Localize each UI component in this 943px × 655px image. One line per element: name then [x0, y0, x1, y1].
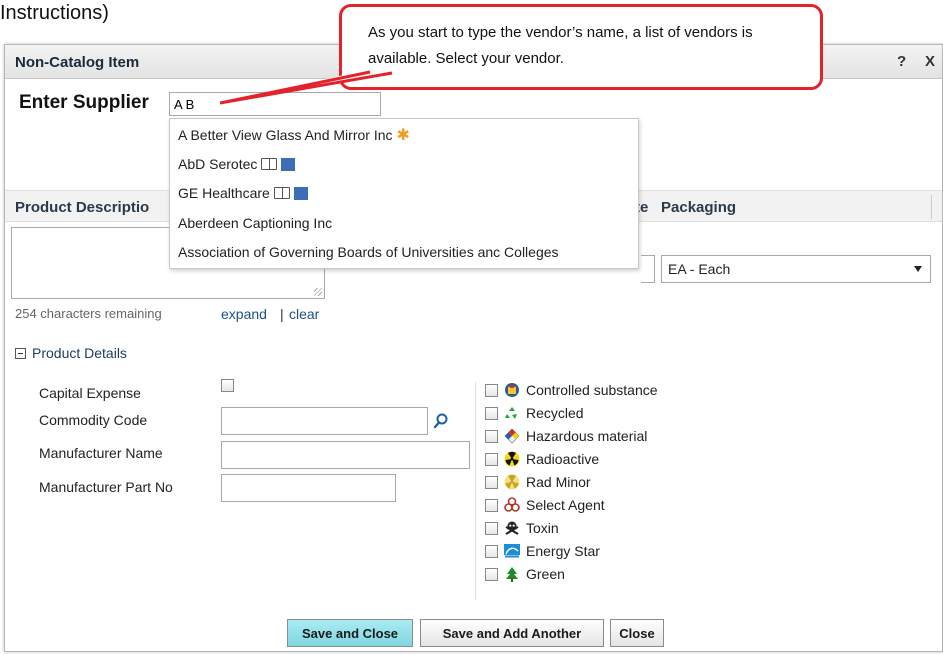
clear-link[interactable]: clear — [289, 306, 319, 322]
hazard-label: Radioactive — [526, 451, 600, 467]
supplier-suggestion[interactable]: GE Healthcare — [178, 182, 308, 204]
supplier-suggestion[interactable]: AbD Serotec — [178, 153, 296, 175]
suggestion-name: Association of Governing Boards of Unive… — [178, 244, 559, 260]
column-divider — [931, 195, 932, 219]
collapse-icon[interactable] — [15, 348, 26, 359]
hazard-label: Recycled — [526, 405, 584, 421]
suggestion-name: A Better View Glass And Mirror Inc — [178, 127, 393, 143]
link-separator: | — [280, 306, 284, 322]
hazard-option[interactable]: Recycled — [485, 402, 584, 424]
hazard-option[interactable]: Energy Star — [485, 540, 600, 562]
radioactive-icon — [504, 451, 520, 467]
hazard-option[interactable]: Hazardous material — [485, 425, 647, 447]
product-description-header: Product Descriptio — [15, 199, 150, 216]
hazard-option[interactable]: Rad Minor — [485, 471, 591, 493]
catalog-icon — [281, 157, 296, 171]
close-button[interactable]: Close — [610, 619, 664, 647]
hazard-label: Energy Star — [526, 543, 600, 559]
enter-supplier-label: Enter Supplier — [19, 92, 149, 113]
hazard-diamond-icon — [504, 428, 520, 444]
manufacturer-part-no-input[interactable] — [221, 474, 396, 502]
section-divider — [475, 382, 476, 600]
save-and-close-button[interactable]: Save and Close — [287, 619, 413, 647]
hazard-checkbox[interactable] — [485, 475, 498, 489]
hazard-checkbox[interactable] — [485, 498, 498, 512]
hazard-checkbox[interactable] — [485, 406, 498, 420]
help-button[interactable]: ? — [897, 53, 906, 70]
manufacturer-name-label: Manufacturer Name — [39, 445, 163, 461]
hazard-label: Controlled substance — [526, 382, 658, 398]
hazard-checkbox[interactable] — [485, 544, 498, 558]
hazard-option[interactable]: Green — [485, 563, 565, 585]
controlled-substance-icon — [505, 383, 519, 397]
supplier-suggestion[interactable]: Aberdeen Captioning Inc — [178, 212, 332, 234]
energy-star-icon — [504, 544, 520, 558]
hazard-label: Hazardous material — [526, 428, 648, 444]
hazard-checkbox[interactable] — [485, 429, 498, 443]
dialog-title: Non-Catalog Item — [15, 54, 140, 71]
manufacturer-name-input[interactable] — [221, 441, 470, 469]
suggestion-name: GE Healthcare — [178, 185, 270, 201]
expand-link[interactable]: expand — [221, 306, 267, 322]
hazard-label: Toxin — [526, 520, 559, 536]
hazard-option[interactable]: Controlled substance — [485, 379, 658, 401]
close-dialog-button[interactable]: X — [925, 53, 935, 70]
skull-icon — [505, 521, 519, 535]
catalog-icon — [293, 186, 308, 200]
instruction-callout: As you start to type the vendor’s name, … — [339, 4, 823, 90]
hazard-option[interactable]: Select Agent — [485, 494, 605, 516]
packaging-selected: EA - Each — [668, 261, 731, 277]
commodity-code-input[interactable] — [221, 407, 428, 435]
capital-expense-label: Capital Expense — [39, 385, 141, 401]
product-details-toggle[interactable]: Product Details — [32, 345, 127, 361]
hazard-label: Green — [526, 566, 565, 582]
callout-pointer — [220, 69, 393, 105]
hazard-label: Select Agent — [526, 497, 605, 513]
hazard-checkbox[interactable] — [485, 383, 498, 397]
hazard-checkbox[interactable] — [485, 521, 498, 535]
star-icon: ✱ — [396, 127, 410, 144]
packaging-header: Packaging — [661, 199, 737, 216]
supplier-suggestion[interactable]: Association of Governing Boards of Unive… — [178, 241, 559, 263]
tree-icon — [506, 567, 518, 582]
callout-text: As you start to type the vendor’s name, … — [368, 24, 753, 67]
non-catalog-item-dialog: Non-Catalog Item ? X Enter Supplier A Be… — [4, 44, 943, 652]
manufacturer-part-no-label: Manufacturer Part No — [39, 479, 173, 495]
page-caption: Instructions) — [0, 2, 109, 24]
supplier-suggestion[interactable]: A Better View Glass And Mirror Inc ✱ — [178, 124, 410, 146]
chars-remaining: 254 characters remaining — [15, 306, 162, 321]
hazard-checkbox[interactable] — [485, 567, 498, 581]
hazard-option[interactable]: Radioactive — [485, 448, 599, 470]
save-and-add-another-button[interactable]: Save and Add Another — [420, 619, 604, 647]
suggestion-name: AbD Serotec — [178, 156, 258, 172]
suggestion-name: Aberdeen Captioning Inc — [178, 215, 333, 231]
book-icon — [273, 187, 290, 199]
book-icon — [261, 158, 278, 170]
capital-expense-checkbox[interactable] — [221, 379, 234, 392]
search-icon[interactable] — [433, 413, 449, 429]
hazard-option[interactable]: Toxin — [485, 517, 559, 539]
hazard-checkbox[interactable] — [485, 452, 498, 466]
rate-input[interactable] — [641, 255, 655, 283]
commodity-code-label: Commodity Code — [39, 412, 148, 428]
recycle-icon — [505, 407, 517, 419]
hazard-label: Rad Minor — [526, 474, 591, 490]
chevron-down-icon — [914, 266, 922, 272]
rad-minor-icon — [504, 474, 520, 490]
packaging-select[interactable]: EA - Each — [661, 255, 931, 283]
resize-grip-icon[interactable] — [314, 288, 322, 296]
supplier-suggestion-list: A Better View Glass And Mirror Inc ✱ AbD… — [169, 118, 639, 269]
biohazard-icon — [504, 497, 520, 512]
